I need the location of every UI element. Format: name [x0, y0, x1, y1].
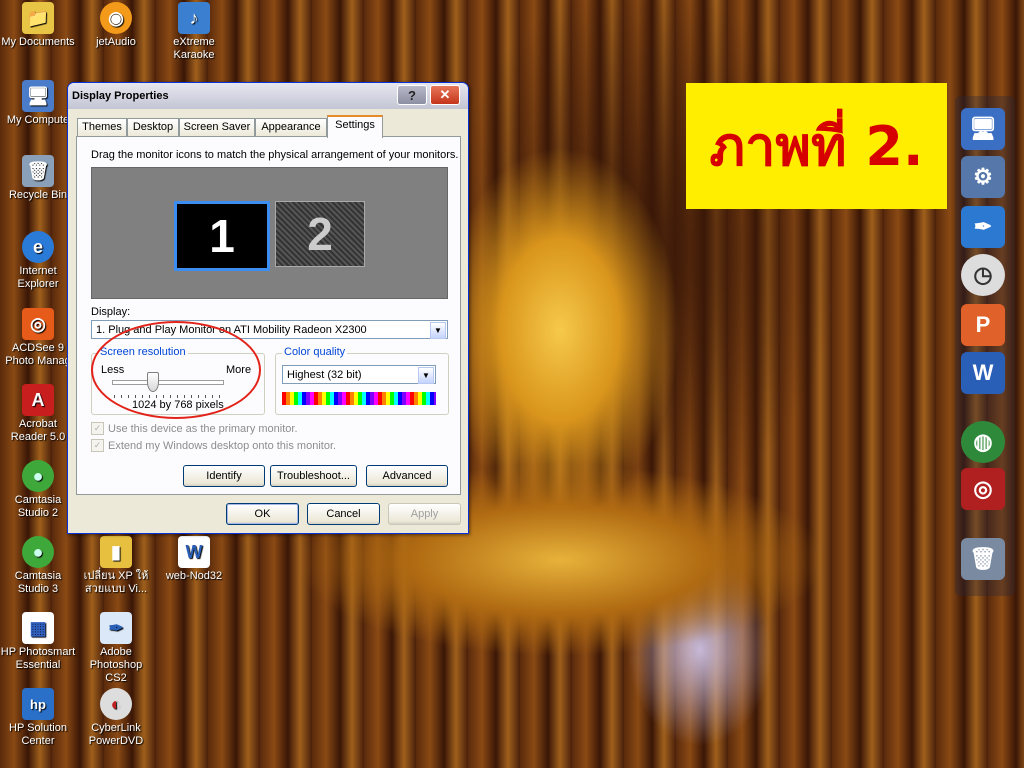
dock-word-icon[interactable]: W: [961, 352, 1005, 394]
troubleshoot-button[interactable]: Troubleshoot...: [270, 465, 357, 487]
close-icon: ✕: [439, 87, 451, 102]
recycle-bin-icon: 🗑: [22, 155, 54, 187]
ok-button[interactable]: OK: [226, 503, 299, 525]
photosmart-icon: ▦: [22, 612, 54, 644]
color-quality-title: Color quality: [282, 346, 348, 358]
color-preview-bar: [282, 392, 436, 405]
display-properties-dialog: Display Properties ? ✕ Themes Desktop Sc…: [67, 82, 469, 534]
hp-icon: hp: [22, 688, 54, 720]
photoshop-icon: ✒: [100, 612, 132, 644]
acdsee-icon: ◎: [22, 308, 54, 340]
title-banner: ภาพที่ 2.: [686, 83, 947, 209]
primary-monitor-checkbox[interactable]: ✓ Use this device as the primary monitor…: [91, 422, 298, 435]
display-label: Display:: [91, 306, 131, 318]
identify-button[interactable]: Identify: [183, 465, 265, 487]
desk-icon-jetaudio[interactable]: ◉ jetAudio: [78, 2, 154, 49]
color-quality-select[interactable]: Highest (32 bit) ▼: [282, 365, 436, 384]
chevron-down-icon: ▼: [430, 322, 446, 339]
dock-media-icon[interactable]: ◎: [961, 468, 1005, 510]
camtasia-icon: ●: [22, 460, 54, 492]
desk-icon-powerdvd[interactable]: ◐ CyberLink PowerDVD: [78, 688, 154, 748]
chevron-down-icon: ▼: [418, 367, 434, 384]
desk-icon-extreme-karaoke[interactable]: ♪ eXtreme Karaoke: [156, 2, 232, 62]
camtasia-icon: ●: [22, 536, 54, 568]
title-bar[interactable]: Display Properties ? ✕: [68, 83, 468, 109]
dock-bar: 🖥 ⚙ ✒ ◷ P W ◍ ◎ 🗑: [955, 96, 1015, 596]
monitor-arrangement: 1 2: [91, 167, 448, 299]
help-icon: ?: [408, 87, 416, 103]
settings-panel: Drag the monitor icons to match the phys…: [76, 136, 461, 495]
desk-icon-camtasia-2[interactable]: ● Camtasia Studio 2: [0, 460, 76, 520]
desk-icon-camtasia-3[interactable]: ● Camtasia Studio 3: [0, 536, 76, 596]
desk-icon-my-computer[interactable]: 🖥 My Compute: [0, 80, 76, 127]
window-title: Display Properties: [72, 90, 169, 102]
desk-icon-internet-explorer[interactable]: e Internet Explorer: [0, 231, 76, 291]
computer-icon: 🖥: [22, 80, 54, 112]
folder-icon: 📁: [22, 2, 54, 34]
zip-folder-icon: ▮: [100, 536, 132, 568]
karaoke-icon: ♪: [178, 2, 210, 34]
tab-settings[interactable]: Settings: [327, 115, 383, 138]
dock-feather-icon[interactable]: ✒: [961, 206, 1005, 248]
dock-trash-icon[interactable]: 🗑: [961, 538, 1005, 580]
extend-desktop-checkbox[interactable]: ✓ Extend my Windows desktop onto this mo…: [91, 439, 336, 452]
instructions-text: Drag the monitor icons to match the phys…: [91, 149, 459, 161]
monitor-1[interactable]: 1: [174, 201, 270, 271]
desk-icon-recycle-bin[interactable]: 🗑 Recycle Bin: [0, 155, 76, 202]
tab-themes[interactable]: Themes: [77, 118, 127, 136]
tab-screen-saver[interactable]: Screen Saver: [179, 118, 255, 136]
dock-clock-icon[interactable]: ◷: [961, 254, 1005, 296]
dock-network-icon[interactable]: ⚙: [961, 156, 1005, 198]
advanced-button[interactable]: Advanced: [366, 465, 448, 487]
cancel-button[interactable]: Cancel: [307, 503, 380, 525]
color-quality-group: Color quality Highest (32 bit) ▼: [275, 346, 449, 415]
tab-desktop[interactable]: Desktop: [127, 118, 179, 136]
dock-globe-icon[interactable]: ◍: [961, 421, 1005, 463]
dock-powerpoint-icon[interactable]: P: [961, 304, 1005, 346]
desk-icon-acdsee[interactable]: ◎ ACDSee 9 Photo Manag: [0, 308, 76, 368]
desk-icon-web-nod32[interactable]: Wweb-Nod32: [156, 536, 232, 583]
annotation-circle: [91, 321, 261, 419]
ie-icon: e: [22, 231, 54, 263]
checkbox-check-icon: ✓: [91, 439, 104, 452]
jetaudio-icon: ◉: [100, 2, 132, 34]
checkbox-check-icon: ✓: [91, 422, 104, 435]
tab-appearance[interactable]: Appearance: [255, 118, 327, 136]
dock-my-computer-icon[interactable]: 🖥: [961, 108, 1005, 150]
close-button[interactable]: ✕: [430, 85, 460, 105]
help-button[interactable]: ?: [397, 85, 427, 105]
monitor-2[interactable]: 2: [275, 201, 365, 267]
desk-icon-hp-photosmart[interactable]: ▦ HP Photosmart Essential: [0, 612, 76, 672]
color-quality-value: Highest (32 bit): [287, 369, 362, 381]
desk-icon-photoshop[interactable]: ✒ Adobe Photoshop CS2: [78, 612, 154, 685]
apply-button[interactable]: Apply: [388, 503, 461, 525]
desk-icon-xp-vista[interactable]: ▮ เปลี่ยน XP ให้สวยแบบ Vi...: [78, 536, 154, 596]
acrobat-icon: A: [22, 384, 54, 416]
dvd-icon: ◐: [100, 688, 132, 720]
word-doc-icon: W: [178, 536, 210, 568]
desk-icon-my-documents[interactable]: 📁 My Documents: [0, 2, 76, 49]
desk-icon-acrobat[interactable]: A Acrobat Reader 5.0: [0, 384, 76, 444]
desk-icon-hp-solution[interactable]: hp HP Solution Center: [0, 688, 76, 748]
